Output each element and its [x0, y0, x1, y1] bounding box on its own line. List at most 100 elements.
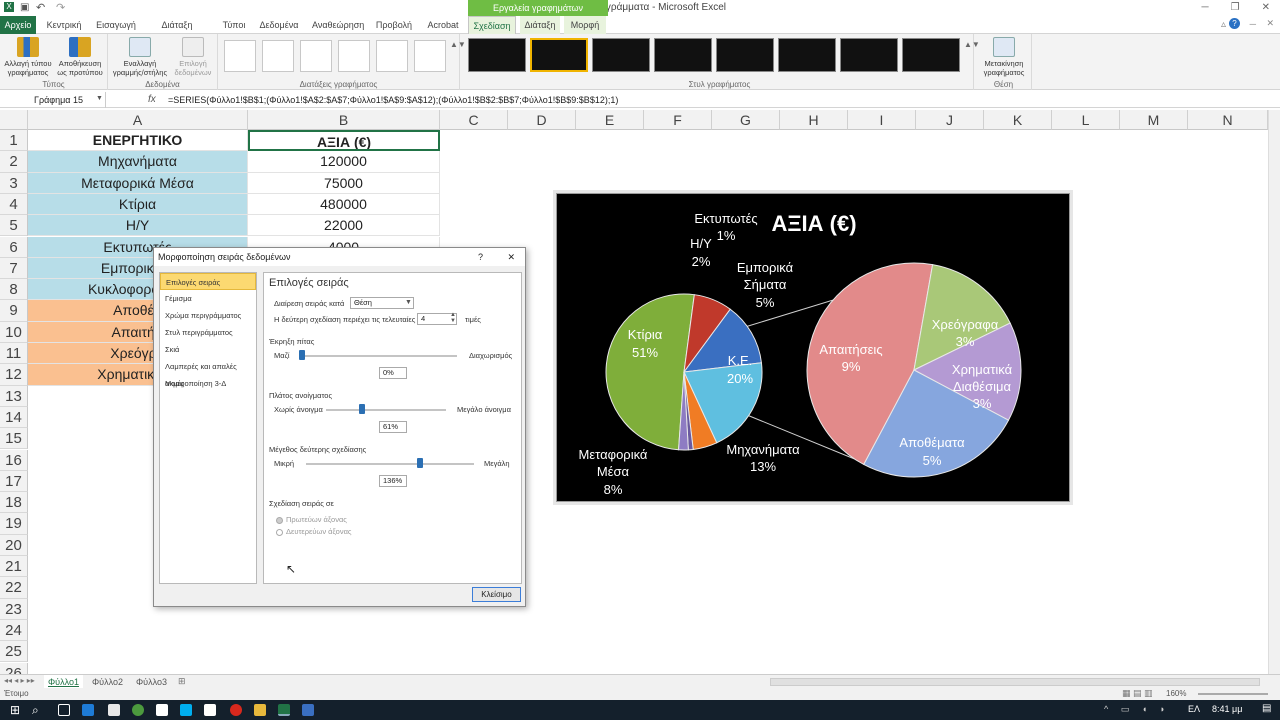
col-header-m[interactable]: M — [1120, 110, 1188, 130]
gap-value-field[interactable]: 61% — [379, 421, 407, 433]
name-box-dropdown-icon[interactable]: ▼ — [96, 95, 103, 102]
layout-4-thumb[interactable] — [338, 40, 370, 72]
nav-3d-format[interactable]: Μορφοποίηση 3-Δ — [160, 375, 256, 392]
label-xreo-name[interactable]: Χρεόγραφα — [932, 317, 999, 332]
gap-slider-thumb[interactable] — [359, 404, 365, 414]
search-icon[interactable]: ⌕ — [32, 703, 39, 718]
asset-name-cell[interactable]: Η/Υ — [28, 215, 248, 237]
explosion-slider-track[interactable] — [302, 355, 457, 357]
label-apait-pct[interactable]: 9% — [842, 359, 861, 374]
asset-name-cell[interactable]: Μεταφορικά Μέσα — [28, 172, 248, 194]
zoom-level[interactable]: 160% — [1166, 689, 1186, 698]
style-6-thumb[interactable] — [778, 38, 836, 72]
label-xrim-pct[interactable]: 3% — [973, 396, 992, 411]
size-slider-track[interactable] — [306, 463, 474, 465]
formula-input[interactable]: =SERIES(Φύλλο1!$B$1;(Φύλλο1!$A$2:$A$7;Φύ… — [168, 92, 618, 108]
asset-value-cell[interactable]: 75000 — [248, 172, 440, 194]
view-buttons-icon[interactable]: ▦ ▤ ▥ — [1122, 688, 1153, 699]
col-header-i[interactable]: I — [848, 110, 916, 130]
row-header[interactable]: 26 — [0, 662, 28, 674]
row-header[interactable]: 19 — [0, 513, 28, 535]
tab-layout[interactable]: Διάταξη — [520, 16, 560, 34]
row-header[interactable]: 18 — [0, 492, 28, 514]
nav-border-style[interactable]: Στυλ περιγράμματος — [160, 324, 256, 341]
label-emp-line1[interactable]: Εμπορικά — [737, 260, 794, 275]
row-header[interactable]: 1 — [0, 130, 28, 152]
style-3-thumb[interactable] — [592, 38, 650, 72]
change-chart-type-button[interactable]: Αλλαγή τύπου γραφήματος — [2, 37, 54, 77]
style-5-thumb[interactable] — [716, 38, 774, 72]
header-cell-value[interactable]: ΑΞΙΑ (€) — [248, 130, 440, 152]
layouts-scroll-icon[interactable]: ▲▼ — [450, 40, 466, 49]
app-taskbar-icon[interactable] — [302, 704, 314, 716]
col-header-f[interactable]: F — [644, 110, 712, 130]
secondary-axis-radio[interactable]: Δευτερεύων άξονας — [276, 527, 526, 536]
tab-view[interactable]: Προβολή — [375, 16, 413, 34]
tab-review[interactable]: Αναθεώρηση — [312, 16, 364, 34]
label-metaf-pct[interactable]: 8% — [604, 482, 623, 497]
tab-formulas[interactable]: Τύποι — [220, 16, 248, 34]
vertical-scrollbar[interactable] — [1268, 110, 1280, 674]
windows-start-icon[interactable]: ⊞ — [10, 703, 20, 717]
tab-file[interactable]: Αρχείο — [0, 16, 36, 34]
row-header[interactable]: 13 — [0, 385, 28, 407]
col-header-c[interactable]: C — [440, 110, 508, 130]
label-apoth-name[interactable]: Αποθέματα — [899, 435, 965, 450]
label-apoth-pct[interactable]: 5% — [923, 453, 942, 468]
label-metaf-line1[interactable]: Μεταφορικά — [579, 447, 648, 462]
edge-icon[interactable] — [82, 704, 94, 716]
layout-5-thumb[interactable] — [376, 40, 408, 72]
col-header-j[interactable]: J — [916, 110, 984, 130]
row-header[interactable]: 12 — [0, 364, 28, 386]
store-icon[interactable] — [108, 704, 120, 716]
minimize-icon[interactable]: ─ — [1202, 2, 1209, 13]
layout-6-thumb[interactable] — [414, 40, 446, 72]
col-header-n[interactable]: N — [1188, 110, 1268, 130]
row-header[interactable]: 6 — [0, 236, 28, 258]
style-1-thumb[interactable] — [468, 38, 526, 72]
row-header[interactable]: 16 — [0, 449, 28, 471]
fx-icon[interactable]: fx — [148, 92, 156, 108]
row-header[interactable]: 2 — [0, 151, 28, 173]
nav-series-options[interactable]: Επιλογές σειράς — [160, 273, 256, 290]
label-hy-pct[interactable]: 2% — [692, 254, 711, 269]
layout-3-thumb[interactable] — [300, 40, 332, 72]
skype-icon[interactable] — [180, 704, 192, 716]
horizontal-scrollbar[interactable] — [770, 678, 1260, 686]
style-4-thumb[interactable] — [654, 38, 712, 72]
asset-name-cell[interactable]: Μηχανήματα — [28, 151, 248, 173]
opera-icon[interactable] — [230, 704, 242, 716]
excel-taskbar-icon[interactable] — [278, 704, 290, 716]
label-xrim-line2[interactable]: Διαθέσιμα — [953, 379, 1012, 394]
select-all-corner[interactable] — [0, 110, 28, 130]
sheet-tab-3[interactable]: Φύλλο3 — [132, 675, 171, 689]
col-header-l[interactable]: L — [1052, 110, 1120, 130]
nav-fill[interactable]: Γέμισμα — [160, 290, 256, 307]
pie-of-pie-chart[interactable]: ΑΞΙΑ (€) Κτίρια 51% Μεταφορικά Μέσα 8% Μ… — [556, 193, 1070, 502]
col-header-e[interactable]: E — [576, 110, 644, 130]
label-xrim-line1[interactable]: Χρηματικά — [952, 362, 1013, 377]
select-data-button[interactable]: Επιλογή δεδομένων — [168, 37, 218, 77]
mail-icon[interactable] — [204, 704, 216, 716]
doc-close-icon[interactable]: ✕ — [1266, 18, 1274, 29]
sheet-nav-arrows-icon[interactable]: ◂◂ ◂ ▸ ▸▸ — [4, 676, 35, 685]
col-header-h[interactable]: H — [780, 110, 848, 130]
label-metaf-line2[interactable]: Μέσα — [597, 464, 630, 479]
nav-shadow[interactable]: Σκιά — [160, 341, 256, 358]
nav-border-color[interactable]: Χρώμα περιγράμματος — [160, 307, 256, 324]
dialog-close-icon[interactable]: ✕ — [507, 248, 515, 266]
explorer-icon[interactable] — [254, 704, 266, 716]
row-header[interactable]: 25 — [0, 641, 28, 663]
dialog-help-icon[interactable]: ? — [478, 248, 483, 266]
chrome-icon[interactable] — [132, 704, 144, 716]
nav-glow-soft-edges[interactable]: Λαμπερές και απαλές ακμές — [160, 358, 256, 388]
close-button[interactable]: Κλείσιμο — [472, 587, 521, 602]
tab-insert[interactable]: Εισαγωγή — [95, 16, 137, 34]
sheet-tab-1[interactable]: Φύλλο1 — [44, 675, 83, 689]
row-header[interactable]: 8 — [0, 279, 28, 301]
label-apait-name[interactable]: Απαιτήσεις — [819, 342, 882, 357]
tab-acrobat[interactable]: Acrobat — [425, 16, 461, 34]
restore-icon[interactable]: ❐ — [1231, 2, 1240, 13]
help-icon[interactable]: ? — [1229, 18, 1240, 29]
row-header[interactable]: 7 — [0, 257, 28, 280]
